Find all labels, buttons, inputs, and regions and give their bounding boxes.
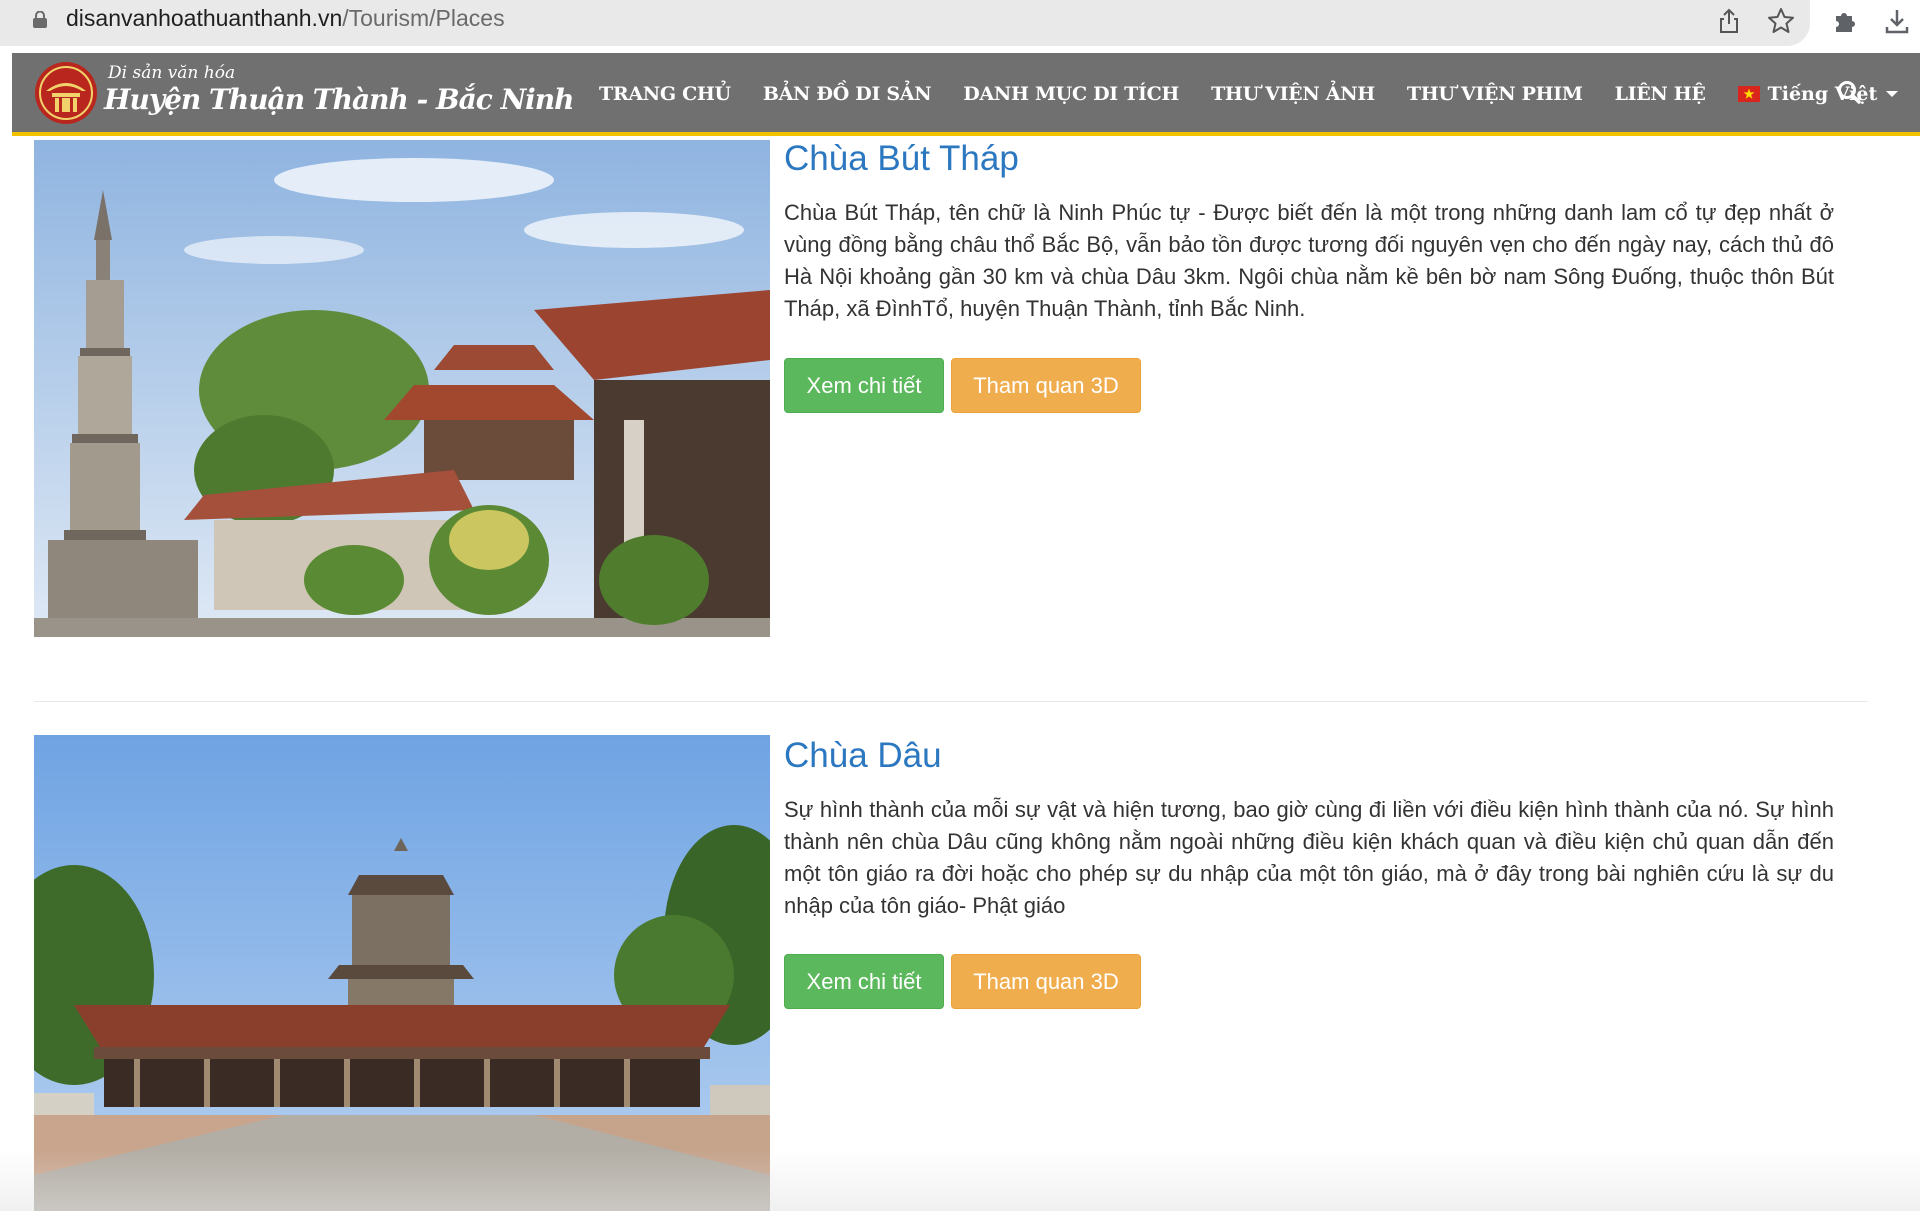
url-path: /Tourism/Places bbox=[342, 5, 505, 31]
url-domain: disanvanhoathuanthanh.vn bbox=[66, 5, 343, 31]
vietnam-flag-icon bbox=[1737, 86, 1760, 102]
nav-video-library[interactable]: THƯ VIỆN PHIM bbox=[1407, 83, 1583, 105]
browser-toolbar: disanvanhoathuanthanh.vn/Tourism/Places bbox=[0, 0, 1920, 53]
place-description-chua-dau: Sự hình thành của mỗi sự vật và hiện tươ… bbox=[784, 797, 1834, 918]
main-nav: TRANG CHỦ BẢN ĐỒ DI SẢN DANH MỤC DI TÍCH… bbox=[599, 79, 1899, 109]
address-bar[interactable]: disanvanhoathuanthanh.vn/Tourism/Places bbox=[0, 0, 1810, 46]
logo-subtitle: Di sản văn hóa bbox=[108, 63, 236, 83]
extensions-icon[interactable] bbox=[1830, 6, 1860, 36]
language-selector[interactable]: Tiếng Việt bbox=[1737, 83, 1899, 105]
tour-3d-button[interactable]: Tham quan 3D bbox=[951, 954, 1141, 1009]
logo-emblem[interactable] bbox=[34, 61, 98, 125]
view-detail-button[interactable]: Xem chi tiết bbox=[784, 358, 944, 413]
nav-heritage-map[interactable]: BẢN ĐỒ DI SẢN bbox=[763, 83, 932, 105]
place-description-but-thap: Chùa Bút Tháp, tên chữ là Ninh Phúc tự -… bbox=[784, 200, 1834, 321]
nav-contact[interactable]: LIÊN HỆ bbox=[1615, 83, 1706, 105]
lock-icon bbox=[33, 11, 47, 28]
place-title-chua-dau[interactable]: Chùa Dâu bbox=[784, 736, 942, 776]
url-text[interactable]: disanvanhoathuanthanh.vn/Tourism/Places bbox=[66, 5, 505, 32]
tour-3d-button[interactable]: Tham quan 3D bbox=[951, 358, 1141, 413]
nav-home[interactable]: TRANG CHỦ bbox=[599, 83, 731, 105]
download-icon[interactable] bbox=[1882, 6, 1912, 36]
place-photo-chua-dau[interactable] bbox=[34, 735, 770, 1211]
nav-relic-list[interactable]: DANH MỤC DI TÍCH bbox=[963, 83, 1179, 105]
view-detail-button[interactable]: Xem chi tiết bbox=[784, 954, 944, 1009]
star-icon[interactable] bbox=[1766, 6, 1796, 36]
site-header: Di sản văn hóa Huyện Thuận Thành - Bắc N… bbox=[12, 53, 1920, 136]
search-icon[interactable] bbox=[1836, 79, 1862, 105]
chevron-down-icon bbox=[1886, 91, 1899, 97]
share-icon[interactable] bbox=[1714, 6, 1744, 36]
logo-title[interactable]: Huyện Thuận Thành - Bắc Ninh bbox=[104, 83, 575, 116]
place-title-but-thap[interactable]: Chùa Bút Tháp bbox=[784, 139, 1019, 179]
place-photo-but-thap[interactable] bbox=[34, 140, 770, 637]
place-divider bbox=[34, 701, 1868, 702]
nav-photo-library[interactable]: THƯ VIỆN ẢNH bbox=[1211, 83, 1375, 105]
